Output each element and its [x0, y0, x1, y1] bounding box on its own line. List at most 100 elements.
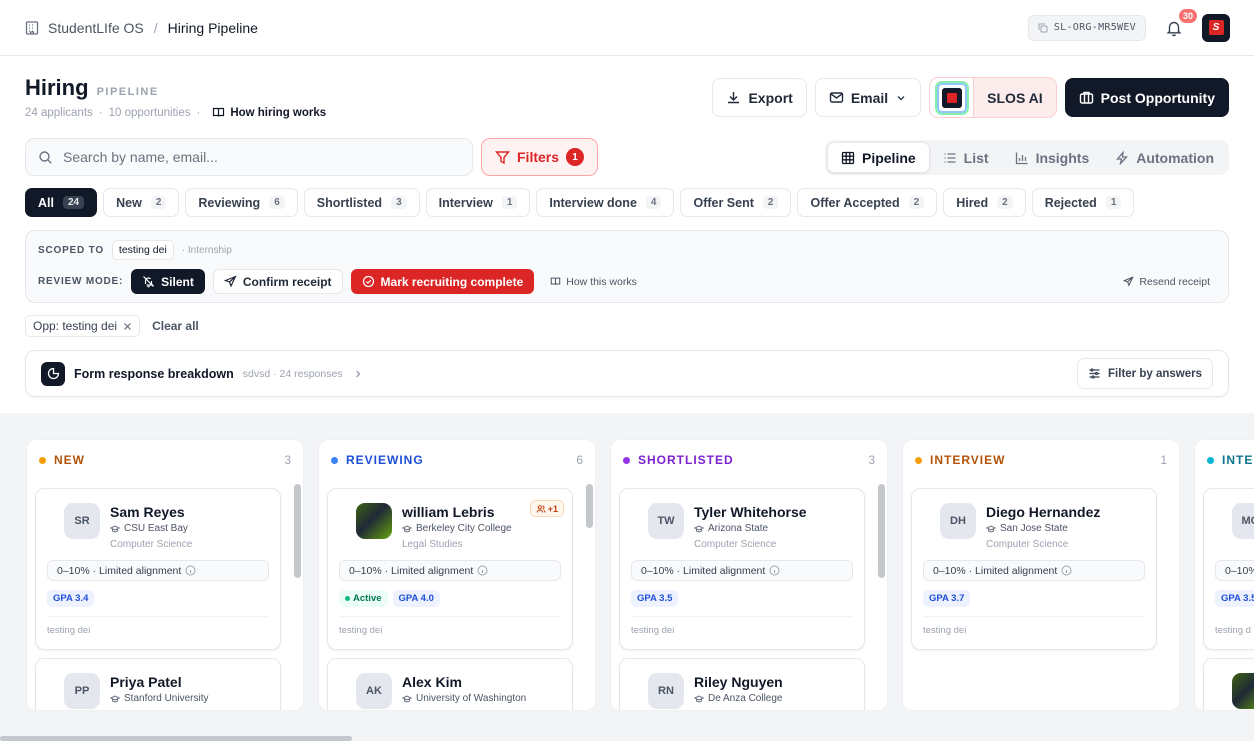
tab-all[interactable]: All 24 — [25, 188, 98, 217]
view-insights[interactable]: Insights — [1002, 142, 1103, 173]
tab-label: Interview — [438, 195, 493, 210]
tab-offer-accepted[interactable]: Offer Accepted 2 — [797, 188, 938, 217]
candidate-card[interactable] — [1203, 658, 1254, 710]
column-count: 3 — [284, 453, 291, 467]
card-opportunity: testing dei — [923, 625, 967, 636]
candidate-card[interactable]: SR Sam Reyes CSU East Bay Computer Scien… — [35, 488, 281, 650]
tab-count: 1 — [1105, 196, 1122, 209]
tab-shortlisted[interactable]: Shortlisted 3 — [303, 188, 420, 217]
graduation-cap-icon — [110, 524, 120, 534]
view-pipeline[interactable]: Pipeline — [826, 142, 930, 173]
column-count: 1 — [1160, 453, 1167, 467]
clear-all-button[interactable]: Clear all — [152, 319, 199, 333]
active-filter-chip[interactable]: Opp: testing dei — [25, 315, 141, 337]
pipeline-board: NEW 3 SR Sam Reyes CSU East Bay Computer… — [0, 413, 1254, 741]
candidate-school: Stanford University — [110, 693, 208, 704]
tab-hired[interactable]: Hired 2 — [943, 188, 1026, 217]
tab-reviewing[interactable]: Reviewing 6 — [185, 188, 298, 217]
silent-mode-button[interactable]: Silent — [131, 269, 205, 294]
filter-by-answers-button[interactable]: Filter by answers — [1077, 358, 1213, 389]
filters-count-badge: 1 — [566, 148, 585, 166]
tab-offer-sent[interactable]: Offer Sent 2 — [680, 188, 792, 217]
column-interview-done: INTE MC 0–10% GPA 3.5 testing d — [1194, 439, 1254, 711]
slos-ai-label: SLOS AI — [987, 89, 1043, 106]
candidate-name: william Lebris — [402, 504, 495, 520]
filters-label: Filters — [517, 149, 560, 165]
form-breakdown-subtitle: sdvsd · 24 responses — [242, 367, 343, 380]
user-avatar[interactable]: S — [1202, 13, 1230, 42]
mark-recruiting-complete-button[interactable]: Mark recruiting complete — [350, 269, 535, 294]
tab-count: 2 — [997, 196, 1013, 209]
info-icon[interactable] — [185, 565, 196, 576]
export-button[interactable]: Export — [712, 78, 807, 117]
candidate-card[interactable]: AK Alex Kim University of Washington — [327, 658, 573, 710]
tab-count: 24 — [62, 196, 85, 209]
info-icon[interactable] — [769, 565, 780, 576]
info-icon[interactable] — [477, 565, 488, 576]
candidate-card[interactable]: RN Riley Nguyen De Anza College — [619, 658, 865, 710]
building-icon — [24, 20, 40, 36]
send-icon — [223, 275, 237, 288]
gpa-pill: GPA 4.0 — [392, 590, 440, 607]
close-icon[interactable] — [123, 322, 132, 331]
view-list[interactable]: List — [930, 142, 1002, 173]
view-automation-label: Automation — [1136, 149, 1214, 166]
separator-dot: · — [196, 106, 201, 119]
school-name: Stanford University — [124, 693, 209, 704]
post-opportunity-label: Post Opportunity — [1100, 89, 1215, 106]
view-automation[interactable]: Automation — [1102, 142, 1227, 173]
filter-by-answers-label: Filter by answers — [1108, 367, 1202, 380]
tab-rejected[interactable]: Rejected 1 — [1031, 188, 1135, 217]
form-response-breakdown[interactable]: Form response breakdown sdvsd · 24 respo… — [25, 350, 1229, 397]
column-scrollbar[interactable] — [586, 484, 593, 528]
briefcase-icon — [1079, 90, 1094, 105]
status-tabs: All 24 New 2 Reviewing 6 Shortlisted 3 Inter… — [25, 188, 1135, 217]
page-subtitle: 24 applicants · 10 opportunities · How h… — [25, 106, 326, 119]
candidate-card[interactable]: PP Priya Patel Stanford University — [35, 658, 281, 710]
slos-ai-button[interactable]: SLOS AI — [929, 77, 1057, 118]
avatar: AK — [356, 673, 392, 709]
tab-interview[interactable]: Interview 1 — [425, 188, 531, 217]
candidate-school: Berkeley City College — [402, 523, 512, 534]
candidate-card[interactable]: MC 0–10% GPA 3.5 testing d — [1203, 488, 1254, 650]
column-scrollbar[interactable] — [878, 484, 885, 578]
confirm-receipt-button[interactable]: Confirm receipt — [212, 269, 343, 294]
sliders-icon — [1088, 367, 1101, 380]
how-hiring-works-link[interactable]: How hiring works — [212, 106, 326, 119]
info-icon[interactable] — [1061, 565, 1072, 576]
org-id-copy[interactable]: SL-ORG-MR5WEV — [1027, 14, 1146, 41]
card-divider — [923, 616, 1145, 617]
tab-count: 4 — [645, 196, 662, 209]
breadcrumb-org[interactable]: StudentLIfe OS — [48, 20, 144, 36]
tab-label: Offer Sent — [693, 195, 754, 210]
silent-label: Silent — [161, 274, 194, 289]
scope-chip[interactable]: testing dei — [111, 240, 174, 260]
email-button[interactable]: Email — [814, 78, 922, 117]
tab-new[interactable]: New 2 — [103, 188, 180, 217]
candidate-card[interactable]: DH Diego Hernandez San Jose State Comput… — [911, 488, 1157, 650]
tab-count: 1 — [501, 196, 518, 209]
post-opportunity-button[interactable]: Post Opportunity — [1064, 78, 1229, 117]
alignment-label: 0–10% · Limited alignment — [349, 564, 474, 577]
candidate-card[interactable]: TW Tyler Whitehorse Arizona State Comput… — [619, 488, 865, 650]
search-icon — [38, 150, 53, 165]
candidate-card[interactable]: william Lebris +1 Berkeley City College … — [327, 488, 573, 650]
column-scrollbar[interactable] — [294, 484, 301, 578]
candidate-major: Legal Studies — [402, 539, 463, 550]
notifications-button[interactable]: 30 — [1160, 8, 1197, 42]
filters-button[interactable]: Filters 1 — [481, 138, 599, 176]
avatar: TW — [648, 503, 684, 539]
tab-label: Rejected — [1044, 195, 1097, 210]
shared-reviewers-badge[interactable]: +1 — [529, 500, 564, 517]
review-mode-label: REVIEW MODE: — [38, 276, 124, 287]
check-circle-icon — [362, 275, 375, 288]
how-this-works-link[interactable]: How this works — [550, 276, 637, 288]
tab-interview-done[interactable]: Interview done 4 — [536, 188, 675, 217]
resend-receipt-link[interactable]: Resend receipt — [1123, 276, 1210, 288]
search-input[interactable] — [63, 149, 460, 165]
board-horizontal-scrollbar[interactable] — [0, 736, 352, 741]
export-label: Export — [748, 89, 793, 106]
avatar: MC — [1232, 503, 1254, 539]
alignment-score: 0–10% · Limited alignment — [923, 560, 1145, 581]
candidate-school: San Jose State — [986, 523, 1068, 534]
